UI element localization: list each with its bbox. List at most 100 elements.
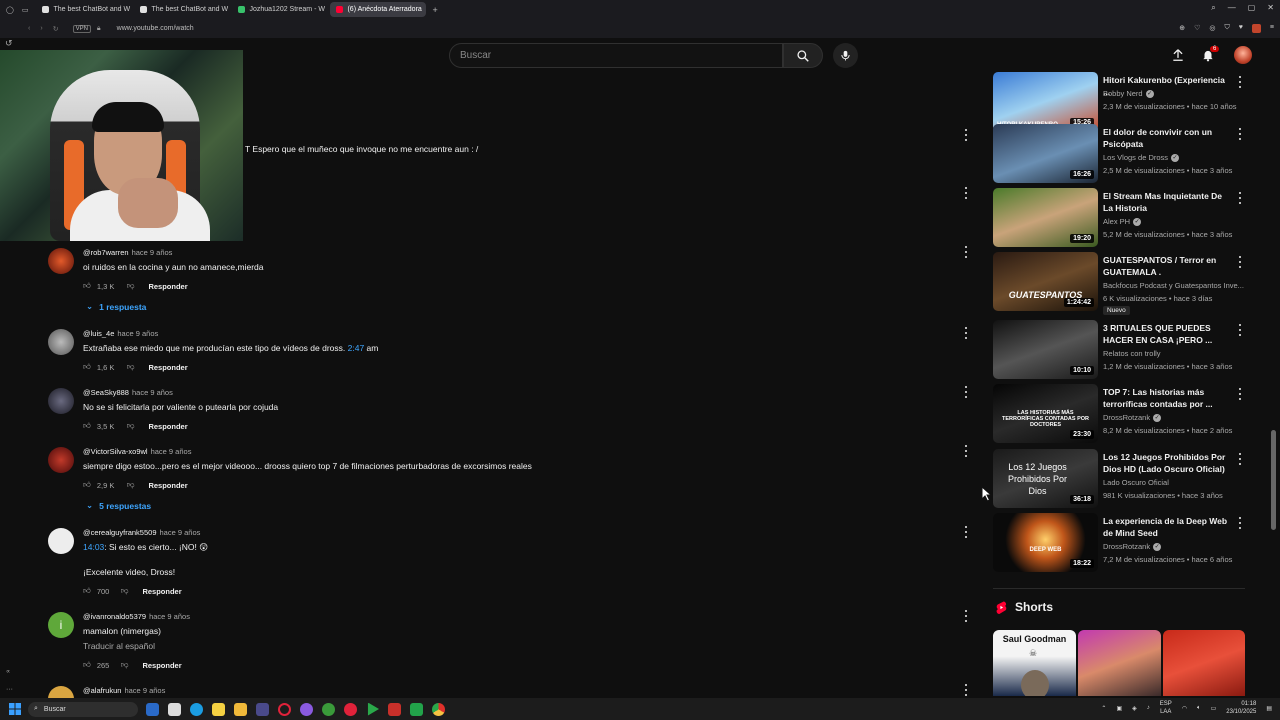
- channel-name[interactable]: DrossRotzank: [1103, 542, 1150, 551]
- new-tab-button[interactable]: +: [432, 5, 437, 15]
- dislike-icon[interactable]: 👎︎: [121, 660, 129, 670]
- avatar[interactable]: i: [48, 612, 74, 638]
- video-thumbnail[interactable]: HITORI KAKURENBO 15:26: [993, 72, 1098, 131]
- channel-name[interactable]: Los Vlogs de Dross: [1103, 153, 1168, 162]
- video-thumbnail[interactable]: GUATESPANTOS 1:24:42: [993, 252, 1098, 311]
- channel-name[interactable]: Relatos con trolly: [1103, 349, 1161, 358]
- author-name[interactable]: @cerealguyfrank5509: [83, 528, 157, 537]
- browser-tab-2[interactable]: The best ChatBot and W: [134, 2, 230, 17]
- video-more-icon[interactable]: [1237, 388, 1243, 400]
- video-more-icon[interactable]: [1237, 256, 1243, 268]
- channel-name[interactable]: Lado Oscuro Oficial: [1103, 478, 1169, 487]
- search-button[interactable]: [783, 43, 823, 68]
- browser-tab-3[interactable]: Jozhua1202 Stream - W: [232, 2, 328, 17]
- sidebar-more-dots-icon[interactable]: ···: [6, 686, 13, 693]
- video-channel[interactable]: Alex PH ✓: [1103, 217, 1142, 226]
- chrome-icon[interactable]: [432, 702, 445, 716]
- profile-icon[interactable]: [1251, 24, 1261, 33]
- video-title[interactable]: El Stream Mas Inquietante De La Historia: [1103, 190, 1229, 214]
- video-more-icon[interactable]: [1237, 324, 1243, 336]
- voice-search-button[interactable]: [833, 43, 858, 68]
- comment-author[interactable]: @rob7warren hace 9 años: [83, 248, 172, 257]
- sidebar-history-icon[interactable]: ↺: [5, 38, 13, 49]
- account-avatar[interactable]: [1234, 46, 1252, 64]
- comment-more-icon[interactable]: [962, 684, 970, 696]
- like-icon[interactable]: 👍︎: [83, 362, 91, 372]
- dislike-icon[interactable]: 👎︎: [121, 586, 129, 596]
- comment-author[interactable]: @SeaSky888 hace 9 años: [83, 388, 173, 397]
- tray-network-icon[interactable]: ◈: [1132, 705, 1137, 712]
- video-title[interactable]: TOP 7: Las historias más terroríficas co…: [1103, 386, 1229, 410]
- comment-author[interactable]: @cerealguyfrank5509 hace 9 años: [83, 528, 200, 537]
- timestamp-link[interactable]: 14:03: [83, 542, 104, 552]
- comment-more-icon[interactable]: [962, 445, 970, 457]
- sidebar-more-icon[interactable]: ∝: [6, 668, 10, 675]
- avatar[interactable]: [48, 329, 74, 355]
- video-thumbnail[interactable]: DEEP WEB 18:22: [993, 513, 1098, 572]
- video-thumbnail[interactable]: Los 12 Juegos Prohibidos Por Dios 36:18: [993, 449, 1098, 508]
- dislike-icon[interactable]: 👎︎: [127, 480, 135, 490]
- browser-tab-1[interactable]: The best ChatBot and W: [36, 2, 132, 17]
- author-name[interactable]: @rob7warren: [83, 248, 129, 257]
- back-icon[interactable]: ‹: [28, 25, 30, 33]
- close-window-icon[interactable]: ✕: [1267, 3, 1274, 13]
- search-tabs-icon[interactable]: ⌕: [1211, 3, 1215, 13]
- forward-icon[interactable]: ›: [40, 25, 42, 33]
- search-input[interactable]: Buscar: [449, 43, 783, 68]
- reply-button[interactable]: Responder: [148, 282, 187, 291]
- file-icon[interactable]: [168, 702, 181, 716]
- video-thumbnail[interactable]: 19:20: [993, 188, 1098, 247]
- comment-author[interactable]: @alafrukun hace 9 años: [83, 686, 165, 695]
- app-icon[interactable]: [388, 702, 401, 716]
- reload-icon[interactable]: ↻: [53, 25, 59, 33]
- timestamp-link[interactable]: 2:47: [348, 343, 365, 353]
- video-channel[interactable]: DrossRotzank ✓: [1103, 542, 1162, 551]
- video-more-icon[interactable]: [1237, 192, 1243, 204]
- comment-more-icon[interactable]: [962, 129, 970, 141]
- browser-tab-4-active[interactable]: (6) Anécdota Aterradora: [330, 2, 427, 17]
- notification-center-icon[interactable]: ▤: [1266, 705, 1272, 712]
- video-title[interactable]: La experiencia de la Deep Web de Mind Se…: [1103, 515, 1229, 539]
- comment-author[interactable]: @VictorSilva-xo9wl hace 9 años: [83, 447, 191, 456]
- author-name[interactable]: @ivanronaldo5379: [83, 612, 146, 621]
- comment-time[interactable]: hace 9 años: [132, 248, 173, 257]
- xbox-icon[interactable]: [322, 702, 335, 716]
- tray-microphone-icon[interactable]: ♪: [1147, 705, 1150, 711]
- avatar[interactable]: [48, 447, 74, 473]
- video-thumbnail[interactable]: 16:26: [993, 124, 1098, 183]
- youtube-music-icon[interactable]: [344, 702, 357, 716]
- video-title[interactable]: 3 RITUALES QUE PUEDES HACER EN CASA ¡PER…: [1103, 322, 1229, 346]
- view-replies-button[interactable]: ⌄ 5 respuestas: [86, 500, 151, 511]
- video-channel[interactable]: Lado Oscuro Oficial: [1103, 478, 1169, 487]
- translate-link[interactable]: Traducir al español: [83, 641, 155, 651]
- tray-chevron-up-icon[interactable]: ⌃: [1101, 705, 1106, 712]
- video-more-icon[interactable]: [1237, 128, 1243, 140]
- video-channel[interactable]: Relatos con trolly: [1103, 349, 1161, 358]
- avatar[interactable]: [48, 388, 74, 414]
- menu-icon[interactable]: ≡: [1270, 24, 1274, 33]
- reply-button[interactable]: Responder: [142, 661, 181, 670]
- comment-time[interactable]: hace 9 años: [117, 329, 158, 338]
- channel-name[interactable]: DrossRotzank: [1103, 413, 1150, 422]
- discord-icon[interactable]: [300, 702, 313, 716]
- dislike-icon[interactable]: 👎︎: [127, 421, 135, 431]
- video-thumbnail[interactable]: LAS HISTORIAS MÁS TERRORÍFICAS CONTADAS …: [993, 384, 1098, 443]
- author-name[interactable]: @VictorSilva-xo9wl: [83, 447, 148, 456]
- url-field[interactable]: www.youtube.com/watch: [117, 25, 194, 32]
- opera-icon[interactable]: [278, 702, 291, 716]
- short-thumbnail[interactable]: [1163, 630, 1245, 696]
- comment-time[interactable]: hace 9 años: [151, 447, 192, 456]
- minimize-icon[interactable]: —: [1228, 3, 1236, 13]
- volume-icon[interactable]: 🔈︎: [1197, 705, 1201, 712]
- video-more-icon[interactable]: [1237, 517, 1243, 529]
- like-icon[interactable]: 👍︎: [83, 281, 91, 291]
- comment-time[interactable]: hace 9 años: [124, 686, 165, 695]
- like-icon[interactable]: 👍︎: [83, 421, 91, 431]
- video-channel[interactable]: Los Vlogs de Dross ✓: [1103, 153, 1180, 162]
- comment-time[interactable]: hace 9 años: [149, 612, 190, 621]
- reply-button[interactable]: Responder: [148, 363, 187, 372]
- channel-name[interactable]: Backfocus Podcast y Guatespantos Inve...: [1103, 281, 1244, 290]
- store-icon[interactable]: [256, 702, 269, 716]
- video-title[interactable]: Los 12 Juegos Prohibidos Por Dios HD (La…: [1103, 451, 1229, 475]
- comment-more-icon[interactable]: [962, 246, 970, 258]
